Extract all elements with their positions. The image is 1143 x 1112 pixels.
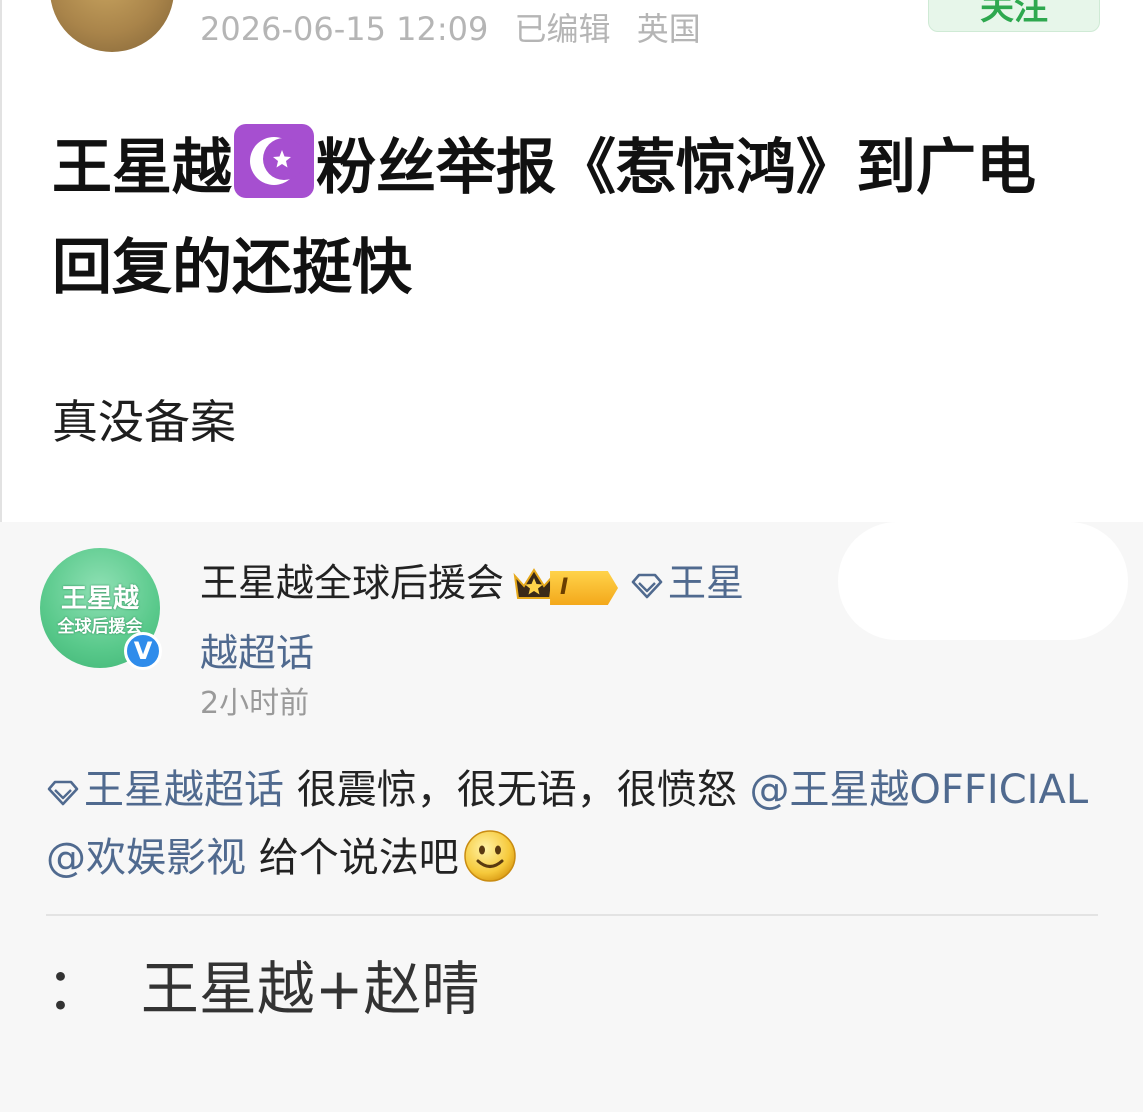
supertopic-diamond-icon [46,762,80,826]
avatar-text-1: 王星越 [60,584,139,614]
follow-button[interactable]: 关注 [928,0,1100,32]
mention-huanyu[interactable]: @欢娱影视 [46,835,246,881]
smile-emoji-icon [463,829,517,902]
original-post: 2026-06-15 12:09 已编辑 英国 关注 王星越 粉丝举报《惹惊鸿》到… [0,0,1143,522]
redaction-blob [838,522,1128,640]
post-meta: 2026-06-15 12:09 已编辑 英国 [200,4,717,50]
fan-club-name[interactable]: 王星越全球后援会 [200,561,504,605]
crown-icon [512,560,556,622]
author-avatar[interactable] [50,0,174,52]
purple-crescent-star-icon [234,124,314,198]
mention-official[interactable]: @王星越OFFICIAL [749,767,1088,813]
verified-badge-icon: V [124,632,162,670]
post-time: 2小时前 [200,686,310,721]
supertopic-link-inline[interactable]: 王星越超话 [84,767,284,813]
level-badge: I [550,571,619,605]
fan-club-post: 王星越 全球后援会 V 王星越全球后援会 I 王星越超话 2小时前 王星越超话 很震… [0,522,1143,1112]
supertopic-diamond-icon [630,556,664,618]
comment-text-1: 很震惊，很无语，很愤怒 [284,767,737,813]
divider [46,914,1098,916]
fan-post-body: 王星越超话 很震惊，很无语，很愤怒 @王星越OFFICIAL @欢娱影视 给个说… [46,758,1106,902]
fan-header: 王星越全球后援会 I 王星越超话 [200,552,760,684]
post-date: 2026-06-15 12:09 [200,10,489,48]
comment-text-2: 给个说法吧 [246,835,459,881]
follow-label: 关注 [980,0,1048,28]
caption-text: ： 王星越+赵晴 [46,955,480,1023]
post-body: 真没备案 [52,395,236,449]
post-location: 英国 [636,10,701,48]
post-title: 王星越 粉丝举报《惹惊鸿》到广电回复的还挺快 [52,118,1092,318]
edited-label: 已编辑 [514,10,611,48]
title-part-1: 王星越 [52,133,232,203]
